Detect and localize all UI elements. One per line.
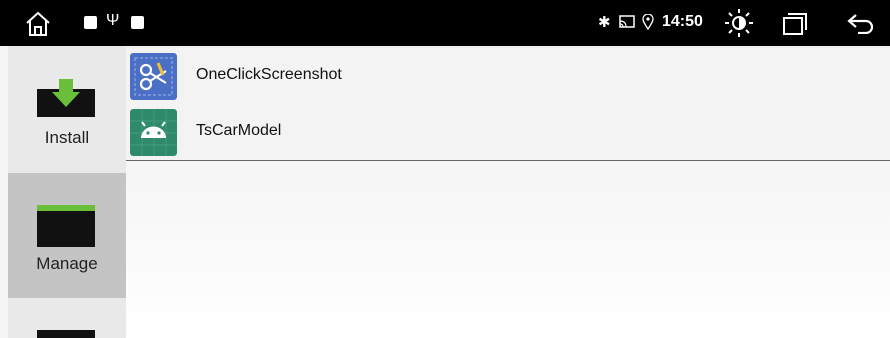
scissors-screenshot-icon xyxy=(130,53,177,100)
download-folder-icon xyxy=(37,79,95,117)
bluetooth-icon: ✱ xyxy=(598,14,611,31)
notification-square-icon xyxy=(131,16,144,29)
notification-square-icon xyxy=(84,16,97,29)
usb-icon: Ψ xyxy=(106,12,120,29)
recent-apps-icon[interactable] xyxy=(782,12,808,36)
sidebar-item-manage[interactable]: Manage xyxy=(8,173,126,298)
sidebar-item-other[interactable] xyxy=(8,298,126,338)
home-icon[interactable] xyxy=(25,11,51,37)
folder-icon xyxy=(37,330,95,338)
status-bar: Ψ ✱ 14:50 xyxy=(0,0,890,46)
location-icon xyxy=(642,14,654,30)
sidebar-item-label: Install xyxy=(44,128,90,147)
app-list: OneClickScreenshot TsCarModel xyxy=(126,46,890,338)
back-icon[interactable] xyxy=(846,12,874,34)
app-name: TsCarModel xyxy=(196,122,282,139)
folder-icon xyxy=(37,211,95,247)
sidebar-item-install[interactable]: Install xyxy=(8,46,126,173)
clock: 14:50 xyxy=(662,13,703,30)
list-item[interactable]: TsCarModel xyxy=(126,104,890,161)
sidebar: Install Manage xyxy=(8,46,126,338)
cast-icon xyxy=(619,15,635,28)
sidebar-item-label: Manage xyxy=(36,254,98,273)
android-icon xyxy=(130,109,177,156)
app-name: OneClickScreenshot xyxy=(196,66,342,83)
list-item[interactable]: OneClickScreenshot xyxy=(126,48,890,105)
brightness-icon[interactable] xyxy=(724,8,754,38)
